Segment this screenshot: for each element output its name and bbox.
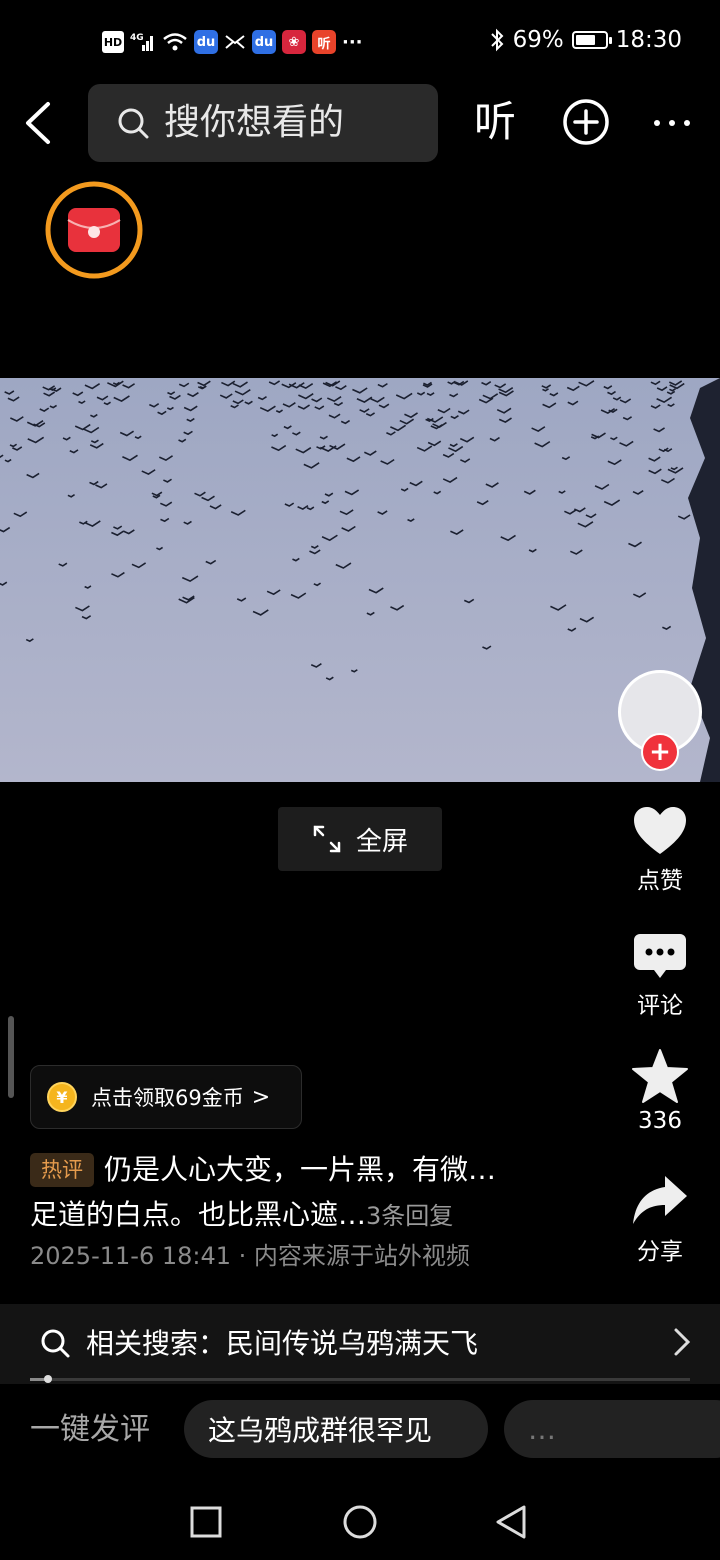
expand-icon bbox=[313, 825, 341, 853]
search-placeholder: 搜你想看的 bbox=[164, 102, 345, 143]
related-search-bar[interactable]: 相关搜索：民间传说乌鸦满天飞 bbox=[0, 1304, 720, 1384]
coin-icon: ¥ bbox=[47, 1082, 77, 1112]
quick-comment-chip-2-text: … bbox=[528, 1412, 556, 1446]
chevron-right-icon bbox=[674, 1328, 691, 1356]
status-left-icons: HD 4G du du ❀ 听 ··· bbox=[102, 28, 363, 56]
battery-fill bbox=[575, 35, 596, 45]
comment-label: 评论 bbox=[637, 993, 683, 1019]
claim-coins-chip[interactable]: ¥ 点击领取69金币 > bbox=[30, 1065, 302, 1129]
search-icon bbox=[41, 1329, 70, 1358]
battery-percent: 69% bbox=[512, 27, 564, 53]
hot-comment-text: 足道的白点。也比黑心遮… bbox=[30, 1198, 367, 1231]
video-frame-birds bbox=[0, 378, 720, 782]
status-right: 69% 18:30 bbox=[489, 27, 682, 53]
recent-apps-icon[interactable] bbox=[184, 1500, 228, 1544]
svg-text:4G: 4G bbox=[130, 33, 144, 43]
wifi-icon bbox=[162, 31, 188, 53]
share-button[interactable]: 分享 bbox=[610, 1174, 710, 1266]
scroll-indicator bbox=[8, 1016, 14, 1098]
video-player[interactable] bbox=[0, 378, 720, 782]
heart-icon bbox=[634, 807, 686, 854]
star-icon bbox=[632, 1049, 688, 1103]
comment-button[interactable]: 评论 bbox=[610, 932, 710, 1020]
fullscreen-label: 全屏 bbox=[355, 826, 408, 857]
mail-icon bbox=[224, 31, 246, 53]
add-icon[interactable] bbox=[562, 98, 610, 146]
home-icon[interactable] bbox=[338, 1500, 382, 1544]
like-button[interactable]: 点赞 bbox=[610, 805, 710, 895]
more-dots-icon: ··· bbox=[342, 31, 363, 53]
favorite-button[interactable]: 336 bbox=[610, 1048, 710, 1134]
hot-comment-text-line2[interactable]: 足道的白点。也比黑心遮…3条回复 bbox=[30, 1194, 453, 1237]
baidu-app-icon-2: du bbox=[252, 30, 276, 54]
more-options-icon[interactable] bbox=[652, 110, 692, 136]
bluetooth-icon bbox=[490, 28, 503, 52]
listen-button[interactable]: 听 bbox=[474, 96, 516, 148]
red-packet-icon[interactable] bbox=[44, 180, 144, 280]
coins-text: 点击领取69金币 bbox=[91, 1086, 244, 1110]
search-icon bbox=[118, 108, 149, 139]
listen-app-icon: 听 bbox=[312, 30, 336, 54]
hot-comment-text-line1[interactable]: 仍是人心大变，一片黑，有微… bbox=[104, 1149, 496, 1191]
clock: 18:30 bbox=[615, 27, 682, 53]
baidu-app-icon: du bbox=[194, 30, 218, 54]
fullscreen-button[interactable]: 全屏 bbox=[278, 807, 442, 871]
favorite-count: 336 bbox=[638, 1108, 682, 1134]
quick-comment-chip-2[interactable]: … bbox=[504, 1400, 720, 1458]
signal-icon: 4G bbox=[130, 31, 156, 53]
battery-icon bbox=[571, 31, 612, 49]
video-progress-bar[interactable] bbox=[30, 1375, 690, 1383]
back-icon[interactable] bbox=[20, 100, 60, 146]
progress-handle[interactable] bbox=[44, 1375, 52, 1383]
follow-button[interactable]: + bbox=[641, 733, 679, 771]
post-meta: 2025-11-6 18:41 · 内容来源于站外视频 bbox=[30, 1242, 470, 1270]
back-nav-icon[interactable] bbox=[490, 1500, 534, 1544]
quick-comment-chip[interactable]: 这乌鸦成群很罕见 bbox=[184, 1400, 488, 1458]
status-bar: HD 4G du du ❀ 听 ··· 69% 18:30 bbox=[0, 0, 720, 84]
like-label: 点赞 bbox=[637, 868, 683, 894]
hot-comment-badge: 热评 bbox=[30, 1153, 94, 1187]
replies-count[interactable]: 3条回复 bbox=[366, 1202, 453, 1230]
share-icon bbox=[633, 1176, 687, 1224]
comment-icon bbox=[634, 934, 686, 978]
quick-comment-label: 一键发评 bbox=[30, 1412, 150, 1447]
chevron-right-icon: > bbox=[251, 1084, 271, 1110]
related-search-label: 相关搜索：民间传说乌鸦满天飞 bbox=[86, 1327, 479, 1360]
share-label: 分享 bbox=[637, 1239, 683, 1265]
hd-icon: HD bbox=[102, 31, 124, 53]
search-bar[interactable]: 搜你想看的 bbox=[88, 84, 438, 162]
gift-app-icon: ❀ bbox=[282, 30, 306, 54]
system-nav-bar bbox=[0, 1480, 720, 1560]
